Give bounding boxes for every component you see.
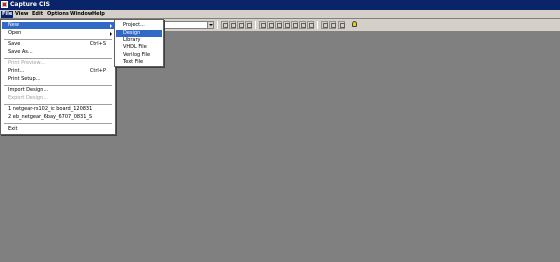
menu-item-new-label: New [8,22,19,28]
menu-item-print-label: Print... [8,68,25,74]
menu-item-print-preview-label: Print Preview... [8,60,45,66]
menu-item-open[interactable]: Open [2,30,114,37]
area-select-icon[interactable] [329,21,336,29]
help-icon[interactable] [338,21,345,29]
menu-item-recent-1-label: 1 netgear-rs102_ic board_120831 [8,106,93,112]
toolbar-separator [217,21,218,29]
snap-to-grid-icon[interactable] [321,21,328,29]
annotate-icon[interactable] [267,21,274,29]
menu-item-print-setup[interactable]: Print Setup... [2,76,114,83]
menu-item-print-setup-label: Print Setup... [8,76,41,82]
menu-item-save-as[interactable]: Save As... [2,49,114,56]
menu-separator [4,123,112,124]
submenu-item-project[interactable]: Project... [116,22,162,29]
submenu-item-verilog-file[interactable]: Verilog File [116,52,162,59]
submenu-item-library[interactable]: Library [116,37,162,44]
menu-separator [4,85,112,86]
file-menu: New Open Save Ctrl+S Save As... Print Pr… [0,19,116,135]
menu-item-open-label: Open [8,30,22,36]
submenu-item-design[interactable]: Design [116,30,162,37]
bill-of-materials-icon[interactable] [307,21,314,29]
menu-item-new[interactable]: New [2,22,114,29]
menu-item-save-as-label: Save As... [8,49,33,55]
menu-item-import-design[interactable]: Import Design... [2,87,114,94]
menu-item-save[interactable]: Save Ctrl+S [2,41,114,48]
menu-item-export-design: Export Design... [2,95,114,102]
zoom-area-icon[interactable] [237,21,244,29]
menu-file[interactable]: File [1,11,14,18]
menu-item-exit[interactable]: Exit [2,126,114,133]
submenu-arrow-icon [110,24,112,28]
menu-separator [4,39,112,40]
window-title: Capture CIS [10,1,50,8]
cross-reference-icon[interactable] [299,21,306,29]
zoom-in-icon[interactable] [221,21,228,29]
shortcut-label: Ctrl+S [89,41,106,47]
drc-icon[interactable] [283,21,290,29]
menu-separator [4,104,112,105]
toolbar-separator [317,21,318,29]
submenu-arrow-icon [110,32,112,36]
zoom-all-icon[interactable] [245,21,252,29]
menu-item-recent-2[interactable]: 2 eb_netgear_6bay_6707_0831_S [2,114,114,121]
menu-item-export-design-label: Export Design... [8,95,48,101]
menu-item-print[interactable]: Print... Ctrl+P [2,68,114,75]
shortcut-label: Ctrl+P [89,68,106,74]
back-annotate-icon[interactable] [275,21,282,29]
menu-window[interactable]: Window [69,11,93,18]
menu-separator [4,58,112,59]
lamp-icon[interactable] [350,21,357,29]
submenu-item-text-file[interactable]: Text File [116,59,162,66]
toolbar-separator [255,21,256,29]
chevron-down-icon[interactable] [207,22,213,28]
menu-item-save-label: Save [8,41,21,47]
menu-edit[interactable]: Edit [31,11,44,18]
menu-view[interactable]: View [14,11,30,18]
zoom-out-icon[interactable] [229,21,236,29]
menu-options[interactable]: Options [46,11,70,18]
menu-item-recent-2-label: 2 eb_netgear_6bay_6707_0831_S [8,114,93,120]
title-bar: Capture CIS [0,0,560,10]
netlist-icon[interactable] [291,21,298,29]
grid-icon[interactable] [259,21,266,29]
menu-item-exit-label: Exit [8,126,18,132]
menu-item-print-preview: Print Preview... [2,60,114,67]
new-submenu: Project... Design Library VHDL File Veri… [114,19,164,67]
menu-help[interactable]: Help [91,11,106,18]
app-icon[interactable] [1,1,8,8]
menu-item-recent-1[interactable]: 1 netgear-rs102_ic board_120831 [2,106,114,113]
menu-bar: File View Edit Options Window Help [0,10,560,19]
menu-item-import-design-label: Import Design... [8,87,49,93]
submenu-item-vhdl-file[interactable]: VHDL File [116,44,162,51]
